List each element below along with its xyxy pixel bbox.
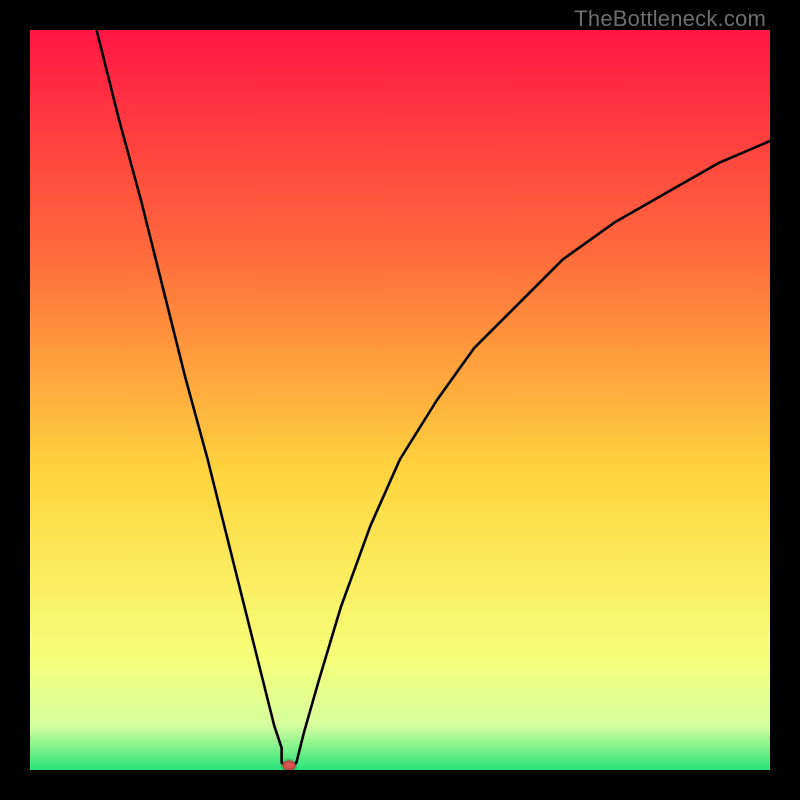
watermark-text: TheBottleneck.com [574, 6, 766, 32]
curve-left-branch [97, 30, 289, 770]
bottleneck-curve-svg [30, 30, 770, 770]
chart-frame: TheBottleneck.com [0, 0, 800, 800]
bottleneck-marker [282, 760, 295, 770]
curve-right-branch [289, 141, 770, 770]
plot-area [30, 30, 770, 770]
